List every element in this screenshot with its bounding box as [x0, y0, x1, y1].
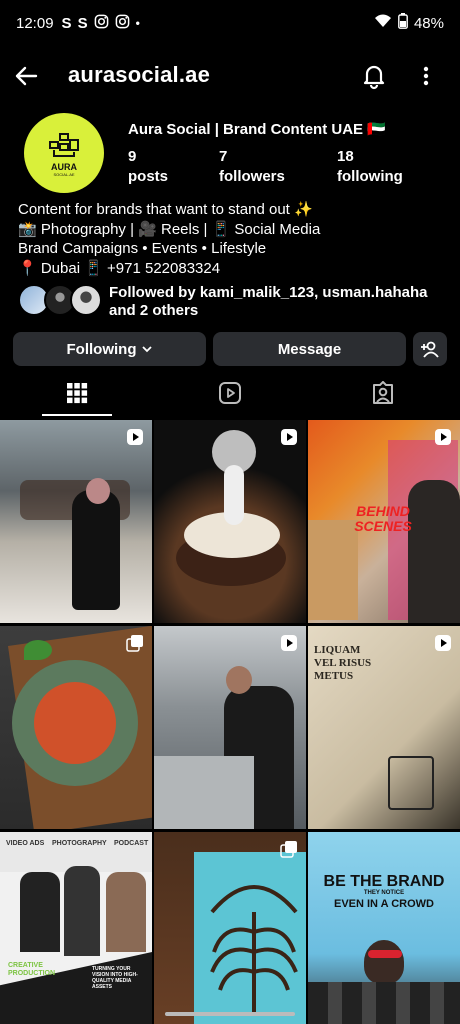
notification-bell-icon[interactable]	[360, 62, 388, 90]
post-text: BE THE BRAND	[323, 873, 445, 890]
reels-icon	[218, 382, 241, 404]
post-thumbnail[interactable]: BEHIND SCENES	[308, 420, 460, 623]
post-thumbnail[interactable]: BE THE BRAND THEY NOTICE EVEN IN A CROWD	[308, 832, 460, 1024]
post-text: PRODUCTION	[8, 970, 56, 977]
add-person-icon	[420, 340, 440, 358]
post-thumbnail[interactable]	[154, 626, 306, 829]
tab-posts[interactable]	[0, 370, 153, 416]
active-tab-indicator	[42, 414, 112, 416]
status-bar: 12:09 S S • 48%	[0, 0, 460, 46]
post-thumbnail[interactable]: VIDEO ADS PHOTOGRAPHY PODCAST CREATIVE P…	[0, 832, 152, 1024]
post-text: TURNING YOUR VISION INTO HIGH-QUALITY ME…	[92, 966, 138, 990]
posts-label: posts	[128, 168, 169, 185]
profile-username: aurasocial.ae	[68, 62, 211, 87]
post-text: VEL RISUS	[314, 657, 372, 669]
profile-tabs	[0, 370, 460, 418]
status-time: 12:09	[16, 14, 54, 32]
profile-header: aurasocial.ae	[0, 52, 460, 100]
following-button[interactable]: Following	[13, 332, 206, 366]
app-s-icon: S	[77, 14, 88, 32]
home-indicator[interactable]	[165, 1012, 295, 1016]
bio-line: 📸 Photography | 🎥 Reels | 📱 Social Media	[18, 220, 321, 238]
post-text: BEHIND	[356, 503, 410, 519]
status-right: 48%	[374, 13, 444, 33]
palm-island-shape	[210, 885, 298, 1012]
followers-stat[interactable]: 7 followers	[219, 148, 285, 188]
followed-by-text: Followed by kami_malik_123, usman.hahaha…	[109, 284, 428, 319]
avatar-brand-sub: SOCIAL.AE	[53, 171, 75, 177]
reel-badge-icon	[435, 635, 451, 651]
post-thumbnail[interactable]	[154, 832, 306, 1024]
reel-badge-icon	[435, 429, 451, 445]
following-label: Following	[66, 340, 137, 358]
bio-line[interactable]: 📍 Dubai 📱 +971 522083324	[18, 259, 320, 279]
instagram-icon	[94, 14, 109, 33]
followers-count: 7	[219, 148, 228, 165]
followed-by[interactable]: Followed by kami_malik_123, usman.hahaha…	[18, 284, 448, 320]
bio-line: Content for brands that want to stand ou…	[18, 201, 313, 218]
tab-reels[interactable]	[153, 370, 306, 416]
battery-percent: 48%	[413, 14, 444, 32]
tab-tagged[interactable]	[306, 370, 459, 416]
message-button[interactable]: Message	[213, 332, 406, 366]
more-options-icon[interactable]	[414, 62, 438, 90]
wifi-icon	[374, 14, 392, 32]
post-thumbnail[interactable]	[0, 420, 152, 623]
post-thumbnail[interactable]	[0, 626, 152, 829]
post-text: EVEN IN A CROWD	[333, 898, 435, 910]
post-text: VIDEO ADS	[6, 840, 45, 847]
followers-label: followers	[219, 168, 285, 185]
post-thumbnail[interactable]	[154, 420, 306, 623]
carousel-badge-icon	[126, 635, 143, 652]
message-label: Message	[277, 340, 342, 358]
reel-badge-icon	[281, 429, 297, 445]
post-text: THEY NOTICE	[363, 890, 405, 896]
grid-icon	[66, 383, 87, 404]
post-text: PODCAST	[114, 840, 149, 847]
posts-count: 9	[128, 148, 137, 165]
post-text: SCENES	[354, 518, 412, 534]
avatar-brand-text: AURA	[51, 161, 77, 172]
carousel-badge-icon	[280, 841, 297, 858]
profile-avatar[interactable]: AURA SOCIAL.AE	[24, 113, 104, 193]
following-stat[interactable]: 18 following	[337, 148, 403, 188]
post-text: PHOTOGRAPHY	[52, 840, 107, 847]
following-label: following	[337, 168, 403, 185]
posts-stat[interactable]: 9 posts	[128, 148, 168, 188]
instagram-icon	[115, 14, 130, 33]
bio-line: Brand Campaigns • Events • Lifestyle	[18, 240, 267, 257]
back-arrow-icon[interactable]	[12, 62, 40, 90]
reel-badge-icon	[127, 429, 143, 445]
tagged-person-icon	[372, 381, 393, 404]
suggest-people-button[interactable]	[413, 332, 447, 366]
logo-icon	[49, 132, 79, 157]
notification-icons: S S •	[62, 14, 140, 33]
battery-icon	[398, 13, 408, 33]
following-count: 18	[337, 148, 354, 165]
post-text: METUS	[314, 670, 354, 682]
post-text: CREATIVE	[8, 962, 43, 969]
profile-bio: Content for brands that want to stand ou…	[18, 200, 320, 278]
follower-avatar	[70, 284, 102, 316]
reel-badge-icon	[281, 635, 297, 651]
post-thumbnail[interactable]: LIQUAM VEL RISUS METUS	[308, 626, 460, 829]
chevron-down-icon	[142, 345, 153, 353]
post-text: LIQUAM	[314, 644, 361, 656]
display-name: Aura Social | Brand Content UAE 🇦🇪	[128, 121, 386, 138]
app-s-icon: S	[61, 14, 72, 32]
dot-icon: •	[135, 16, 140, 30]
